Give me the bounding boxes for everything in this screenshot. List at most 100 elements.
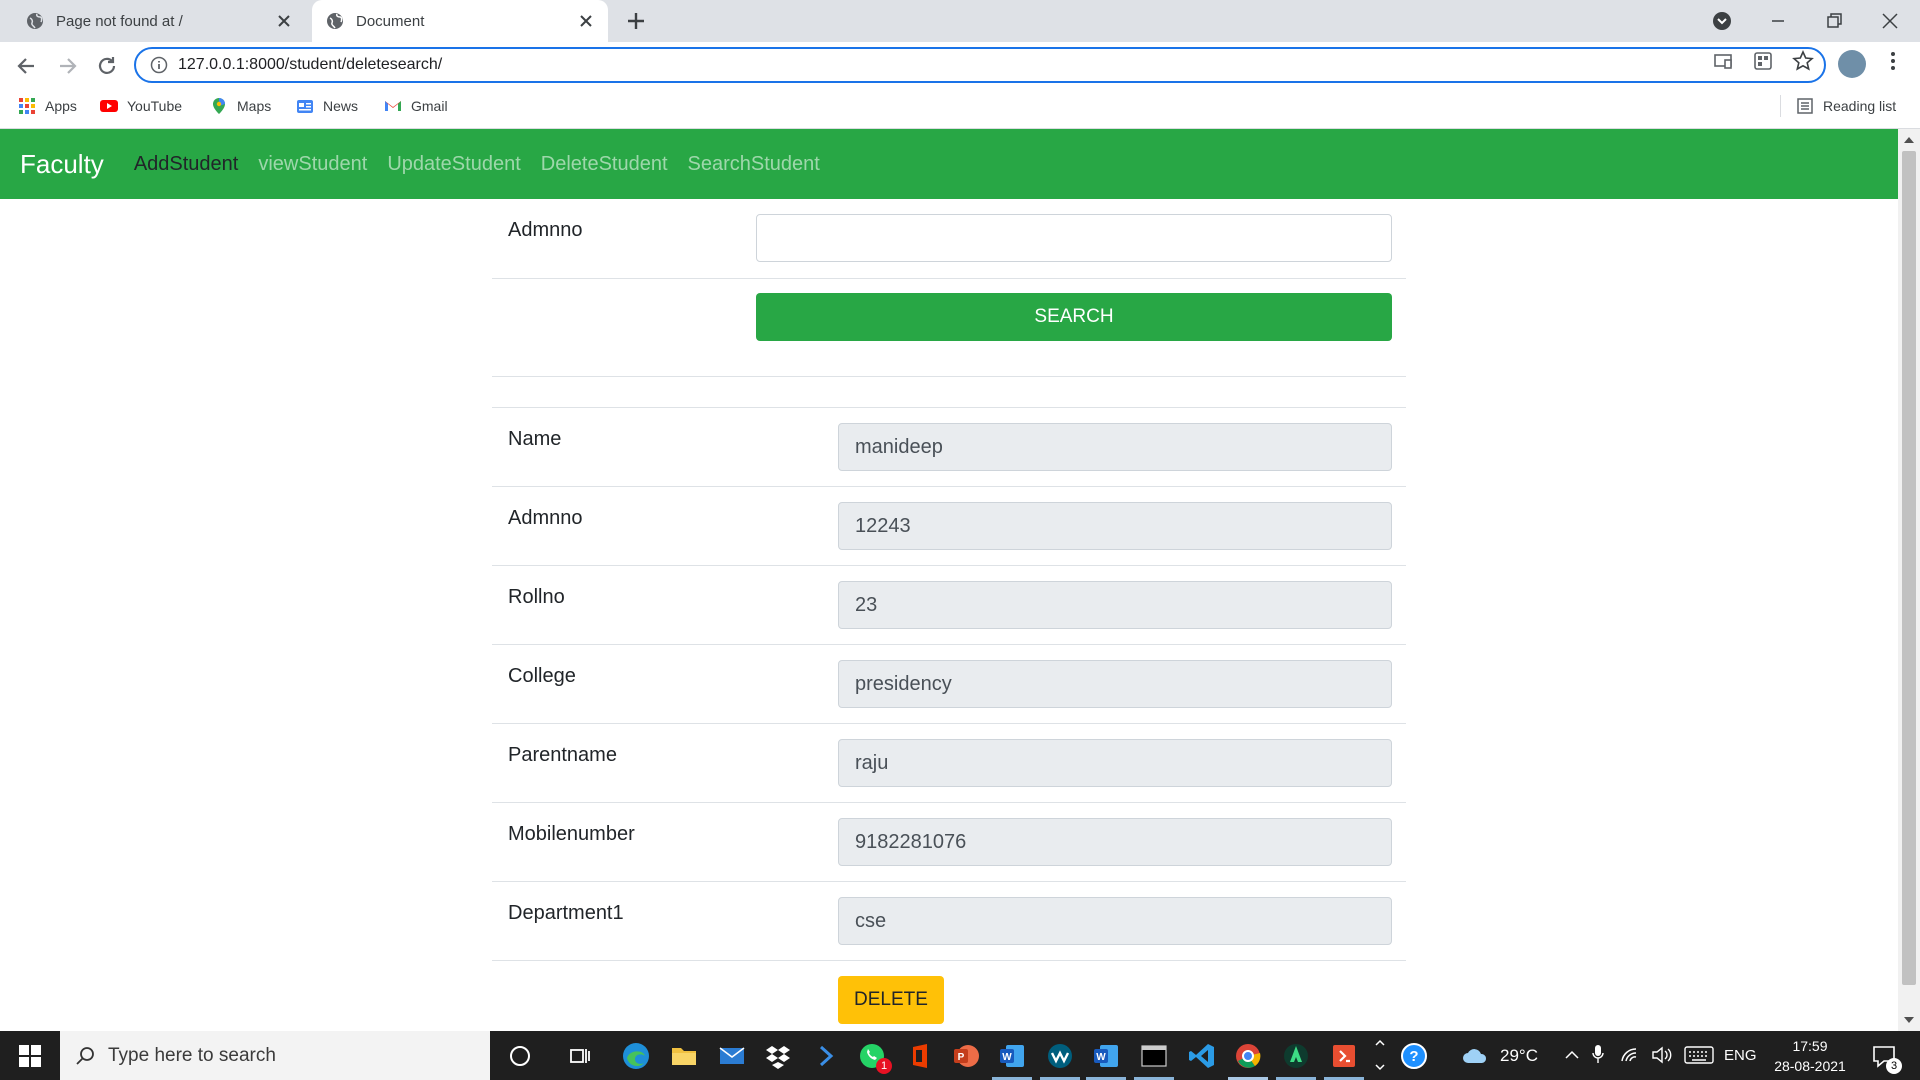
reload-icon[interactable] [94, 53, 120, 79]
tray-expand-chevron-icon[interactable] [1564, 1047, 1580, 1063]
bookmarks-divider [1780, 95, 1781, 117]
gmail-icon [385, 101, 401, 111]
field-value-parentname[interactable] [838, 739, 1392, 787]
forward-arrow-icon[interactable] [54, 53, 80, 79]
svg-text:W: W [1096, 1052, 1106, 1063]
windows-taskbar: Type here to search 1 P W W ? 29°C ENG 1… [0, 1031, 1920, 1080]
file-explorer-icon[interactable] [668, 1040, 700, 1072]
svg-text:P: P [958, 1052, 965, 1063]
spacer-row [492, 377, 1406, 408]
powershell-icon[interactable] [810, 1040, 842, 1072]
whatsapp-icon[interactable]: 1 [856, 1040, 892, 1074]
more-menu-icon[interactable] [1882, 50, 1904, 72]
help-icon[interactable]: ? [1398, 1040, 1430, 1072]
word-icon[interactable]: W [996, 1040, 1028, 1072]
start-button[interactable] [0, 1031, 60, 1080]
search-admnno-input[interactable] [756, 214, 1392, 262]
task-view-icon[interactable] [564, 1040, 596, 1072]
powerpoint-icon[interactable]: P [950, 1040, 982, 1072]
edge-icon[interactable] [620, 1040, 652, 1072]
nav-link-updatestudent[interactable]: UpdateStudent [387, 153, 520, 176]
page-scrollbar[interactable] [1898, 129, 1920, 1031]
volume-icon[interactable] [1650, 1045, 1672, 1065]
weather-temp: 29°C [1500, 1045, 1538, 1065]
site-info-icon[interactable] [150, 56, 168, 74]
restore-icon[interactable] [1822, 9, 1846, 33]
nav-link-viewstudent[interactable]: viewStudent [258, 153, 367, 176]
keyboard-icon[interactable] [1684, 1045, 1714, 1065]
field-value-admnno[interactable] [838, 502, 1392, 550]
terminal-icon[interactable] [1138, 1040, 1170, 1072]
profile-avatar[interactable] [1838, 50, 1866, 78]
nav-link-addstudent[interactable]: AddStudent [134, 153, 239, 176]
delete-button[interactable]: DELETE [838, 976, 944, 1024]
cortana-icon[interactable] [504, 1040, 536, 1072]
tab-document[interactable]: Document [312, 0, 608, 42]
nav-link-deletestudent[interactable]: DeleteStudent [541, 153, 668, 176]
news-icon [297, 100, 313, 113]
address-bar[interactable]: 127.0.0.1:8000/student/deletesearch/ [134, 47, 1826, 83]
office-icon[interactable] [904, 1040, 936, 1072]
taskbar-scroll-chevrons-icon[interactable] [1374, 1035, 1386, 1075]
field-value-mobilenumber[interactable] [838, 818, 1392, 866]
microphone-icon[interactable] [1590, 1043, 1606, 1065]
field-row-name: Name [492, 408, 1406, 487]
android-studio-icon[interactable] [1280, 1040, 1312, 1072]
tab-page-not-found[interactable]: Page not found at / [12, 0, 306, 42]
minimize-icon[interactable] [1766, 9, 1790, 33]
navbar-brand[interactable]: Faculty [20, 149, 104, 180]
field-row-department1: Department1 [492, 882, 1406, 961]
mail-icon[interactable] [716, 1040, 748, 1072]
new-tab-icon[interactable] [624, 9, 648, 33]
bookmark-label: Gmail [411, 98, 448, 114]
search-icon [76, 1046, 94, 1065]
field-value-department1[interactable] [838, 897, 1392, 945]
bookmark-gmail[interactable]: Gmail [384, 89, 448, 123]
field-label: College [508, 665, 576, 687]
apps-grid-icon [19, 98, 35, 114]
dropbox-icon[interactable] [762, 1040, 794, 1072]
clock-time: 17:59 [1792, 1038, 1828, 1054]
vscode-icon[interactable] [1186, 1040, 1218, 1072]
tab-search-icon[interactable] [1710, 9, 1734, 33]
field-value-rollno[interactable] [838, 581, 1392, 629]
bookmark-apps[interactable]: Apps [18, 89, 77, 123]
taskbar-clock[interactable]: 17:59 28-08-2021 [1764, 1036, 1856, 1076]
weather-widget[interactable]: 29°C [1460, 1031, 1538, 1080]
bookmark-youtube[interactable]: YouTube [100, 89, 182, 123]
wifi-icon[interactable] [1620, 1045, 1642, 1065]
field-value-name[interactable] [838, 423, 1392, 471]
close-tab-icon[interactable] [276, 13, 292, 29]
bookmarks-bar: Apps YouTube Maps News Gmail Reading lis… [0, 89, 1920, 129]
notification-center-icon[interactable]: 3 [1868, 1040, 1902, 1074]
qr-code-icon[interactable] [1752, 50, 1774, 72]
field-row-mobilenumber: Mobilenumber [492, 803, 1406, 882]
scrollbar-thumb[interactable] [1902, 151, 1916, 985]
chrome-icon[interactable] [1232, 1040, 1264, 1072]
scroll-down-arrow-icon[interactable] [1904, 1017, 1914, 1025]
taskbar-search-box[interactable]: Type here to search [60, 1031, 490, 1080]
field-row-rollno: Rollno [492, 566, 1406, 645]
language-indicator[interactable]: ENG [1724, 1031, 1757, 1080]
tab-strip: Page not found at / Document [0, 0, 1920, 42]
nav-link-searchstudent[interactable]: SearchStudent [688, 153, 820, 176]
cast-icon[interactable] [1712, 50, 1734, 72]
git-icon[interactable] [1328, 1040, 1360, 1072]
bookmark-label: YouTube [127, 98, 183, 114]
reading-list-button[interactable]: Reading list [1796, 89, 1896, 123]
field-value-college[interactable] [838, 660, 1392, 708]
page-viewport: Faculty AddStudent viewStudent UpdateStu… [0, 129, 1898, 1031]
close-window-icon[interactable] [1878, 9, 1902, 33]
delete-row: DELETE [492, 976, 1406, 1031]
bookmark-news[interactable]: News [296, 89, 358, 123]
webex-icon[interactable] [1044, 1040, 1076, 1072]
close-tab-icon[interactable] [578, 13, 594, 29]
back-arrow-icon[interactable] [14, 53, 40, 79]
scroll-up-arrow-icon[interactable] [1904, 135, 1914, 143]
bookmark-label: News [323, 98, 359, 114]
globe-icon [27, 13, 43, 29]
top-navbar: Faculty AddStudent viewStudent UpdateStu… [0, 129, 1898, 199]
word-2-icon[interactable]: W [1090, 1040, 1122, 1072]
bookmark-star-icon[interactable] [1792, 50, 1814, 72]
bookmark-maps[interactable]: Maps [210, 89, 271, 123]
